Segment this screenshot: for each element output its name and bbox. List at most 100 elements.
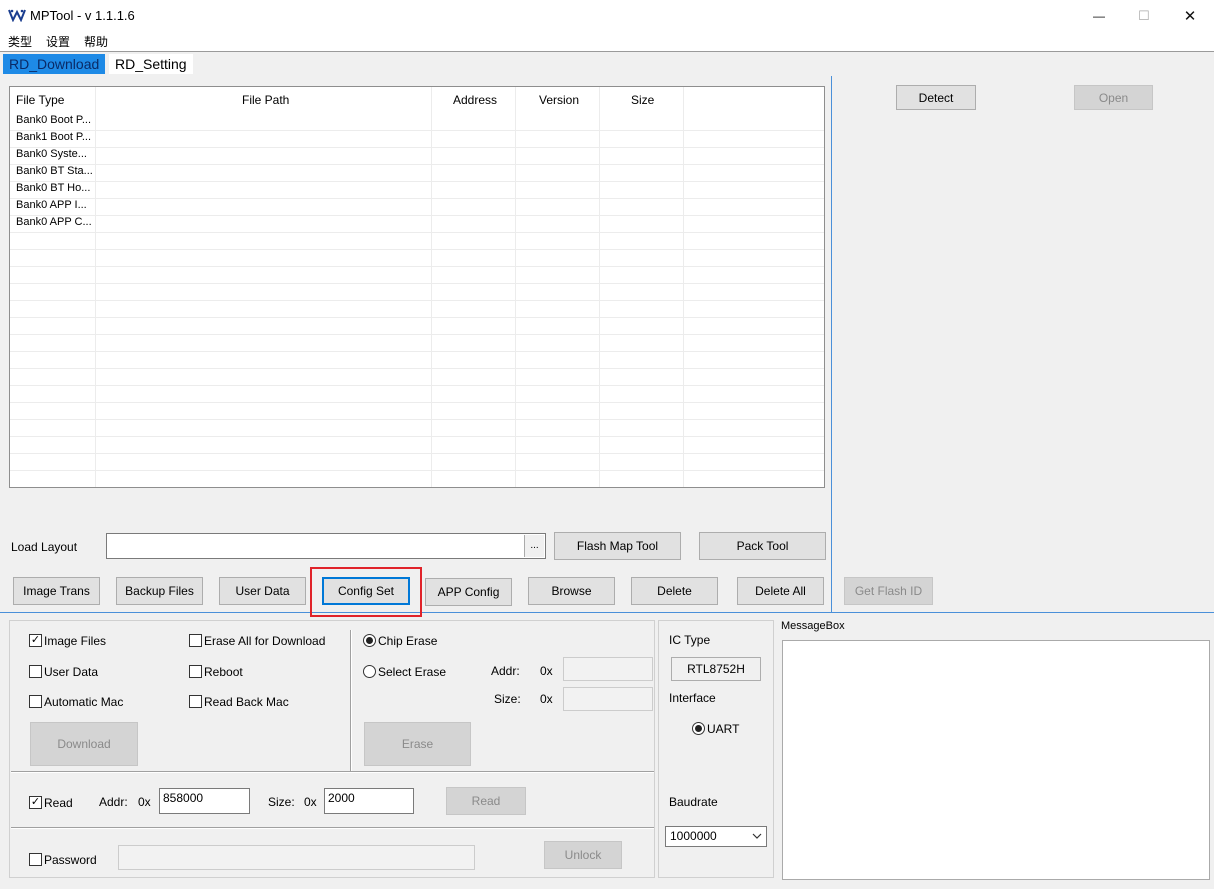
erase-size-prefix: 0x [540,692,553,706]
row-divider [10,300,824,301]
read-checkbox[interactable]: ✓ [29,796,42,809]
pack-tool-button[interactable]: Pack Tool [699,532,826,560]
title-bar [0,0,1214,31]
read-size-input[interactable]: 2000 [324,788,414,814]
delete-all-button[interactable]: Delete All [737,577,824,605]
image-trans-button[interactable]: Image Trans [13,577,100,605]
unlock-button[interactable]: Unlock [544,841,622,869]
tab-rd-download[interactable]: RD_Download [3,54,106,74]
browse-button[interactable]: Browse [528,577,615,605]
row-divider [10,130,824,131]
row-divider [10,385,824,386]
uart-radio[interactable] [692,722,705,735]
load-layout-browse-button[interactable]: ... [524,535,544,557]
row-divider [10,317,824,318]
header-size[interactable]: Size [631,87,654,113]
user-data-label: User Data [44,665,99,679]
table-row[interactable]: Bank0 BT Sta... [16,165,96,177]
app-config-button[interactable]: APP Config [425,578,512,606]
row-divider [10,147,824,148]
load-layout-input[interactable] [106,533,546,559]
row-divider [10,232,824,233]
checkmark-icon: ✓ [30,796,41,808]
maximize-button[interactable]: ☐ [1121,0,1167,31]
table-row[interactable]: Bank1 Boot P... [16,131,96,143]
row-divider [10,283,824,284]
get-flash-id-button[interactable]: Get Flash ID [844,577,933,605]
read-size-prefix: 0x [304,795,317,809]
minimize-button[interactable]: — [1076,0,1122,31]
ic-type-value: RTL8752H [671,657,761,681]
erase-size-label: Size: [494,692,521,706]
erase-addr-prefix: 0x [540,664,553,678]
options-divider [350,630,352,772]
maximize-icon: ☐ [1138,7,1150,23]
row-divider [10,419,824,420]
section-divider [0,612,1214,613]
read-label: Read [44,796,73,810]
table-row[interactable]: Bank0 Syste... [16,148,96,160]
image-files-checkbox[interactable]: ✓ [29,634,42,647]
table-row[interactable]: Bank0 APP C... [16,216,96,228]
menu-help[interactable]: 帮助 [84,33,108,50]
baudrate-select[interactable]: 1000000 [665,826,767,847]
header-file-path[interactable]: File Path [242,87,289,113]
download-button[interactable]: Download [30,722,138,766]
table-row[interactable]: Bank0 APP I... [16,199,96,211]
read-size-label: Size: [268,795,295,809]
menu-settings[interactable]: 设置 [46,33,70,50]
detect-button[interactable]: Detect [896,85,976,110]
read-button[interactable]: Read [446,787,526,815]
automatic-mac-checkbox[interactable] [29,695,42,708]
row-divider [10,266,824,267]
header-address[interactable]: Address [453,87,497,113]
ic-type-label: IC Type [669,633,711,647]
messagebox-area[interactable] [782,640,1210,880]
read-back-mac-checkbox[interactable] [189,695,202,708]
load-layout-label: Load Layout [11,540,78,554]
menu-type[interactable]: 类型 [8,33,32,50]
read-divider [11,771,654,773]
backup-files-button[interactable]: Backup Files [116,577,203,605]
row-divider [10,470,824,471]
header-file-type[interactable]: File Type [16,87,64,113]
user-data-checkbox[interactable] [29,665,42,678]
automatic-mac-label: Automatic Mac [44,695,124,709]
close-icon: ✕ [1183,7,1197,25]
read-addr-prefix: 0x [138,795,151,809]
erase-all-checkbox[interactable] [189,634,202,647]
select-erase-label: Select Erase [378,665,447,679]
image-files-label: Image Files [44,634,107,648]
file-table[interactable]: File Type File Path Address Version Size… [9,86,825,488]
select-erase-radio[interactable] [363,665,376,678]
config-set-button[interactable]: Config Set [322,577,410,605]
close-button[interactable]: ✕ [1167,0,1213,31]
reboot-label: Reboot [204,665,243,679]
chip-erase-label: Chip Erase [378,634,438,648]
row-divider [10,334,824,335]
table-row[interactable]: Bank0 BT Ho... [16,182,96,194]
erase-button[interactable]: Erase [364,722,471,766]
password-input[interactable] [118,845,475,870]
table-row[interactable]: Bank0 Boot P... [16,114,96,126]
user-data-button[interactable]: User Data [219,577,306,605]
read-back-mac-label: Read Back Mac [204,695,289,709]
row-divider [10,368,824,369]
open-button[interactable]: Open [1074,85,1153,110]
erase-addr-input[interactable] [563,657,653,681]
reboot-checkbox[interactable] [189,665,202,678]
panel-divider [831,76,832,612]
erase-size-input[interactable] [563,687,653,711]
checkmark-icon: ✓ [30,634,41,646]
erase-all-label: Erase All for Download [204,634,326,648]
password-checkbox[interactable] [29,853,42,866]
erase-addr-label: Addr: [491,664,520,678]
flash-map-tool-button[interactable]: Flash Map Tool [554,532,681,560]
read-addr-input[interactable]: 858000 [159,788,250,814]
delete-button[interactable]: Delete [631,577,718,605]
messagebox-label: MessageBox [781,620,845,632]
row-divider [10,351,824,352]
header-version[interactable]: Version [539,87,579,113]
tab-rd-setting[interactable]: RD_Setting [109,54,193,74]
chip-erase-radio[interactable] [363,634,376,647]
